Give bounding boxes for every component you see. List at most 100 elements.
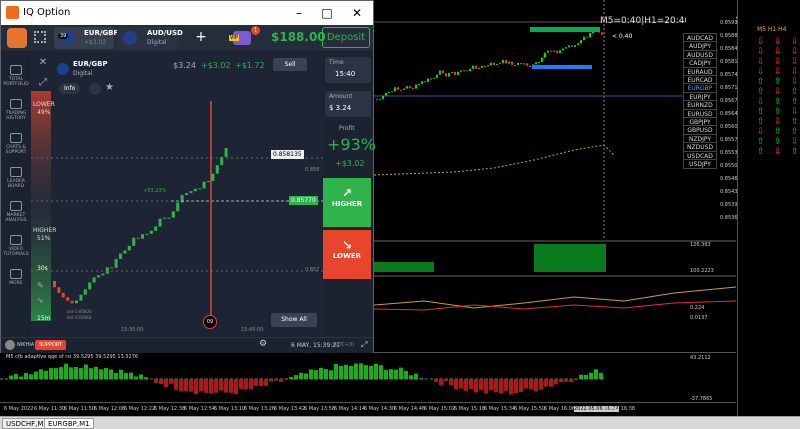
down-arrow-icon: ⇩: [757, 47, 765, 57]
mt4-candle: [445, 73, 447, 77]
qqe-bar: [554, 379, 558, 385]
qqe-bar: [394, 369, 398, 379]
level-label-1: 0.858: [305, 167, 320, 173]
mt4-candle: [400, 89, 402, 91]
mt4-candle: [442, 70, 444, 74]
sidebar-icon: [10, 235, 22, 245]
time-tick: 6 May 11:50: [64, 406, 96, 412]
lower-button[interactable]: ↘ LOWER: [323, 230, 371, 279]
sidebar-item-more[interactable]: MORE: [1, 269, 31, 286]
mt4-candle: [601, 32, 603, 35]
qqe-bar: [19, 376, 23, 379]
balance-display[interactable]: $188.00: [271, 30, 326, 44]
fullscreen-icon[interactable]: ⤢: [361, 340, 367, 350]
indicator-icon[interactable]: ∿: [37, 296, 44, 305]
iq-candle: [123, 250, 127, 254]
iq-candle: [53, 281, 56, 288]
sidebar-item-trading-history[interactable]: TRADING HISTORY: [1, 99, 31, 121]
indicator-window-2[interactable]: [373, 275, 737, 319]
sidebar-item-chats-support[interactable]: CHATS & SUPPORT: [1, 133, 31, 155]
sidebar-icon: [10, 65, 22, 75]
sidebar-item-leader-board[interactable]: LEADER BOARD: [1, 167, 31, 189]
qqe-bar: [389, 369, 393, 379]
qqe-bar: [439, 379, 443, 386]
qqe-bar: [184, 379, 188, 392]
time-tick: 6 May 12:54: [184, 406, 216, 412]
add-asset-button[interactable]: +: [191, 27, 211, 47]
profit-value: +$3.02: [335, 159, 365, 168]
down-arrow-icon: ⇩: [791, 57, 799, 67]
sidebar-item-video-tutorials[interactable]: VIDEO TUTORIALS: [1, 235, 31, 257]
mt4-main-chart[interactable]: [373, 0, 686, 240]
trend-up-icon: ↗: [341, 186, 353, 200]
info-button[interactable]: Info: [59, 83, 81, 94]
ind1-tick-1: 126.383: [690, 242, 711, 248]
down-arrow-icon: ⇩: [791, 47, 799, 57]
indicator-window-1[interactable]: [374, 240, 736, 274]
qqe-bar: [104, 367, 108, 379]
app-icon: [6, 6, 19, 19]
qqe-bar: [479, 379, 483, 391]
show-all-button[interactable]: Show All: [271, 313, 317, 327]
settings-icon[interactable]: ⚙: [259, 339, 267, 349]
mt4-candle: [412, 87, 414, 89]
username: NIKHIA: [17, 342, 35, 348]
grid-menu-icon[interactable]: [34, 31, 46, 43]
higher-button[interactable]: ↗ HIGHER: [323, 178, 371, 227]
iq-logo-icon[interactable]: [7, 28, 27, 48]
sidebar-item-total-portfolio[interactable]: TOTAL PORTFOLIO: [1, 65, 31, 87]
asset-tab-audusd[interactable]: AUD/USD Digital: [117, 27, 183, 49]
qqe-bar: [309, 369, 313, 379]
bid-stat: bid 0.85808: [67, 315, 92, 320]
support-button[interactable]: SUPPORT: [35, 340, 66, 350]
iq-candle: [207, 181, 210, 183]
symbol-usdjpy[interactable]: USDJPY: [683, 159, 717, 169]
close-window-button[interactable]: ✕: [345, 4, 369, 22]
down-arrow-icon: ⇩: [774, 117, 782, 127]
bell-icon[interactable]: [89, 83, 101, 95]
maximize-button[interactable]: □: [315, 4, 339, 22]
sidebar-item-market-analysis[interactable]: MARKET ANALYSIS: [1, 201, 31, 223]
current-price-tag: 0.858135: [271, 150, 304, 159]
minimize-button[interactable]: –: [287, 4, 311, 22]
mt4-candle: [589, 33, 591, 38]
iq-candle: [92, 277, 96, 283]
close-chart-button[interactable]: ✕: [36, 57, 50, 71]
mt4-candle: [424, 81, 426, 83]
avatar[interactable]: [5, 340, 15, 350]
pencil-icon[interactable]: ✎: [37, 281, 44, 290]
qqe-bar: [459, 379, 463, 389]
qqe-bar: [259, 379, 263, 387]
qqe-bar: [324, 369, 328, 379]
trading-chart[interactable]: ✕ ⤢ EUR/GBP Digital Info ★ $3.24 +$3.02 …: [31, 51, 323, 337]
timeframe-button[interactable]: 15m: [37, 315, 50, 322]
chart-asset-name[interactable]: EUR/GBP: [73, 60, 108, 68]
zoom-level[interactable]: 30s: [37, 265, 48, 272]
trade-percent: +53.23%: [143, 188, 167, 194]
deposit-button[interactable]: Deposit: [322, 27, 370, 48]
time-tick: 6 May 13:58: [304, 406, 336, 412]
expand-icon[interactable]: ⤢: [36, 77, 50, 91]
amount-selector[interactable]: Amount $ 3.24: [325, 91, 371, 117]
time-selector[interactable]: Time 15:40: [325, 57, 371, 83]
star-icon[interactable]: ★: [105, 82, 117, 94]
bottom-bar: NIKHIA SUPPORT ⚙ 6 MAY, 15:39:21 (UTC+3)…: [1, 337, 373, 353]
profit-label: Profit: [339, 125, 355, 132]
qqe-bar: [419, 378, 423, 379]
down-arrow-icon: ⇩: [774, 37, 782, 47]
mt4-candle: [553, 50, 555, 52]
mt4-candle: [544, 52, 546, 58]
mt4-candle: [448, 72, 450, 77]
iq-candle: [101, 273, 105, 276]
asset-tab-eurgbp[interactable]: 39 EUR/GBP +$3.02: [54, 27, 119, 49]
mt4-candle: [559, 50, 561, 54]
time-tick: 6 May 13:26: [244, 406, 276, 412]
asset-tab-pair: AUD/USD: [147, 29, 183, 37]
iq-candle: [61, 292, 65, 298]
up-arrow-icon: ⇧: [757, 87, 765, 97]
iq-candle: [132, 237, 136, 246]
sell-button[interactable]: Sell: [273, 58, 307, 71]
mt4-candle: [568, 45, 570, 48]
notification-badge[interactable]: 1: [251, 26, 260, 35]
tab-eurgbp[interactable]: EURGBP,M1: [44, 418, 94, 429]
